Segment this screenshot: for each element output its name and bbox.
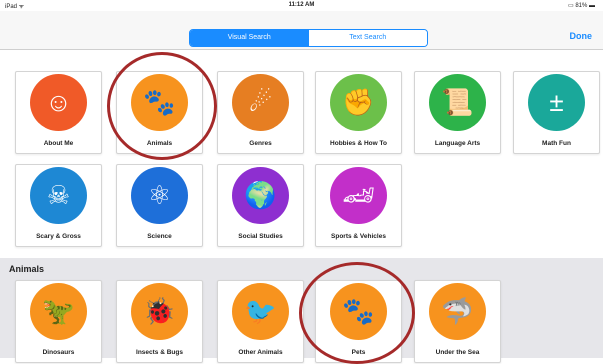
scroll-icon: 📜 [429, 74, 486, 131]
category-label: Science [147, 233, 172, 240]
kiwi-bird-icon: 🐦 [232, 283, 289, 340]
fist-icon: ✊ [330, 74, 387, 131]
category-label: Hobbies & How To [330, 140, 387, 147]
category-label: Sports & Vehicles [331, 233, 386, 240]
category-card-sports-vehicles[interactable]: 🏎 Sports & Vehicles [315, 164, 402, 247]
subcategory-label: Other Animals [238, 349, 283, 356]
visual-search-tab[interactable]: Visual Search [190, 30, 309, 46]
category-card-math-fun[interactable]: ± Math Fun [513, 71, 600, 154]
highlight-ring-animals [107, 52, 217, 160]
category-label: Scary & Gross [36, 233, 81, 240]
text-search-tab[interactable]: Text Search [308, 30, 427, 46]
nav-bar: Visual Search Text Search Done [0, 11, 603, 50]
bug-icon: 🐞 [131, 283, 188, 340]
battery-indicator: ▭ 81% ▬ [567, 3, 595, 9]
subcategory-card-other-animals[interactable]: 🐦 Other Animals [217, 280, 304, 363]
dinosaur-icon: 🦖 [30, 283, 87, 340]
category-label: Math Fun [542, 140, 571, 147]
category-card-scary-gross[interactable]: ☠ Scary & Gross [15, 164, 102, 247]
category-label: Language Arts [434, 140, 481, 147]
search-mode-segmented-control[interactable]: Visual Search Text Search [189, 29, 428, 47]
person-icon: ☺ [30, 74, 87, 131]
car-icon: 🏎 [330, 167, 387, 224]
category-card-genres[interactable]: ☄ Genres [217, 71, 304, 154]
clock: 11:12 AM [288, 2, 315, 8]
subcategory-card-insects[interactable]: 🐞 Insects & Bugs [116, 280, 203, 363]
category-card-social-studies[interactable]: 🌍 Social Studies [217, 164, 304, 247]
atom-icon: ⚛ [131, 167, 188, 224]
category-label: Social Studies [238, 233, 283, 240]
category-card-about-me[interactable]: ☺ About Me [15, 71, 102, 154]
globe-icon: 🌍 [232, 167, 289, 224]
highlight-ring-pets [299, 262, 415, 364]
subcategory-card-under-the-sea[interactable]: 🦈 Under the Sea [414, 280, 501, 363]
category-card-language-arts[interactable]: 📜 Language Arts [414, 71, 501, 154]
subcategory-card-dinosaurs[interactable]: 🦖 Dinosaurs [15, 280, 102, 363]
category-card-hobbies[interactable]: ✊ Hobbies & How To [315, 71, 402, 154]
subcategory-label: Under the Sea [435, 349, 480, 356]
math-icon: ± [528, 74, 585, 131]
section-title: Animals [9, 264, 45, 274]
status-bar: iPad ᯤ 11:12 AM ▭ 81% ▬ [0, 0, 603, 11]
category-label: About Me [43, 140, 74, 147]
subcategory-label: Insects & Bugs [136, 349, 183, 356]
category-label: Genres [249, 140, 272, 147]
category-card-science[interactable]: ⚛ Science [116, 164, 203, 247]
subcategory-label: Dinosaurs [42, 349, 75, 356]
done-button[interactable]: Done [570, 31, 593, 41]
monster-icon: ☠ [30, 167, 87, 224]
genres-icon: ☄ [232, 74, 289, 131]
shark-icon: 🦈 [429, 283, 486, 340]
